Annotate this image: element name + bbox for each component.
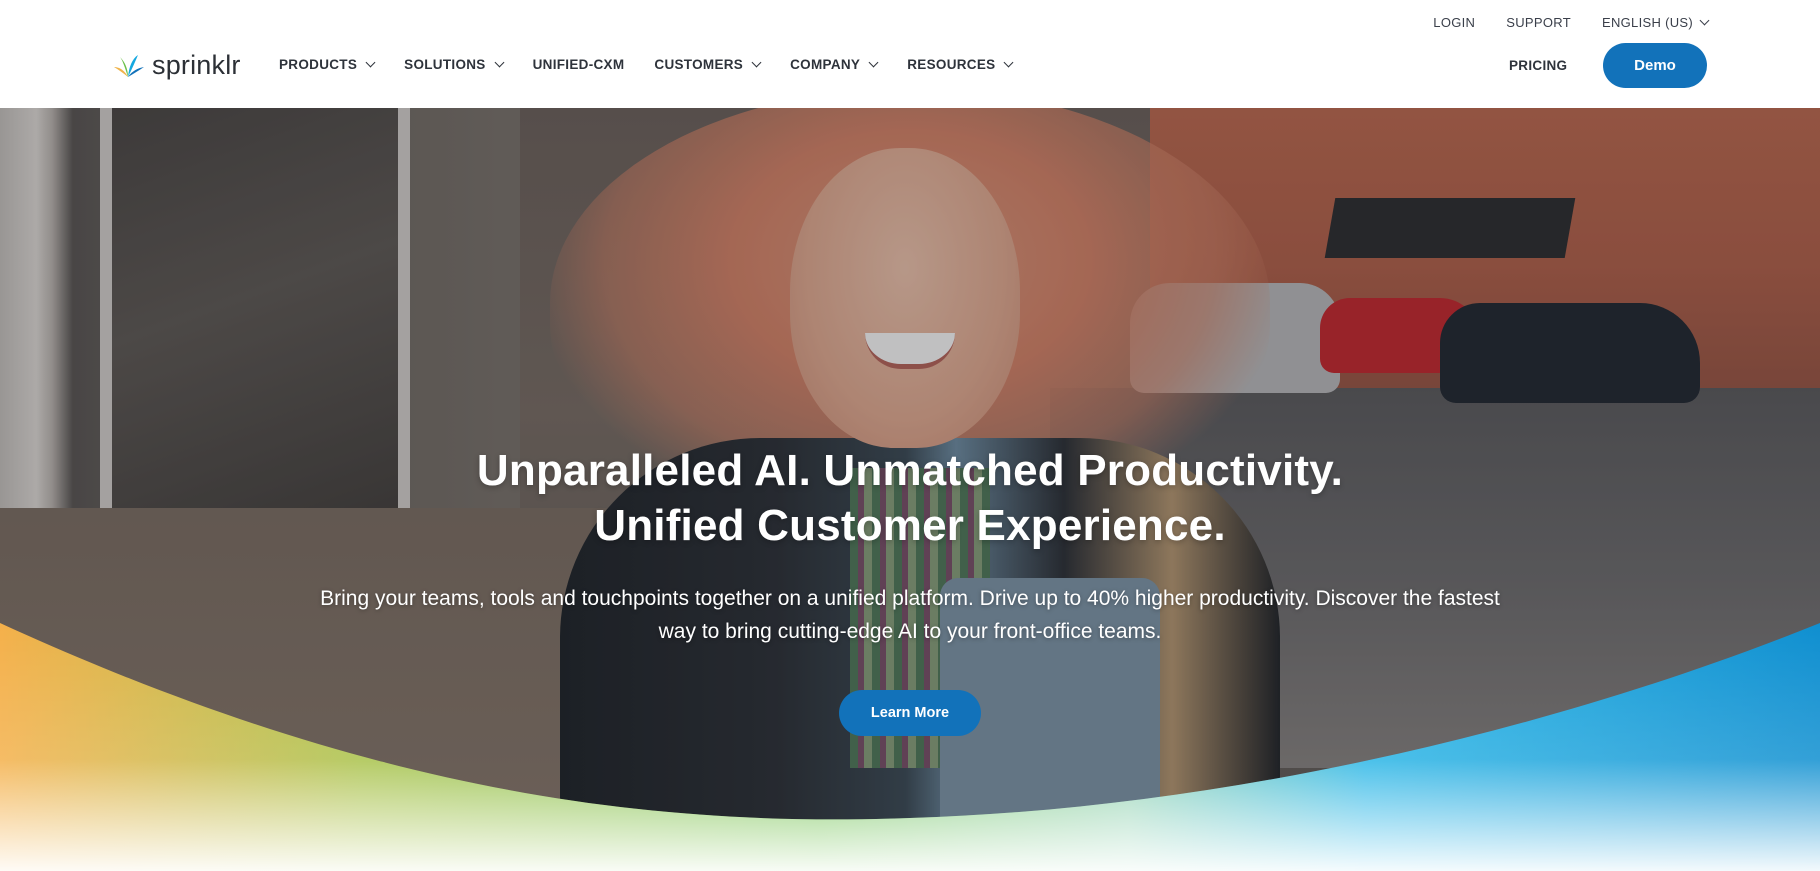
login-link[interactable]: LOGIN [1433,15,1475,30]
nav-item-label: UNIFIED-CXM [532,57,625,72]
main-nav: PRODUCTS SOLUTIONS UNIFIED-CXM CUSTOMERS… [279,57,1042,72]
support-link[interactable]: SUPPORT [1506,15,1571,30]
chevron-down-icon [751,57,762,68]
nav-item-label: CUSTOMERS [654,57,744,72]
nav-item-label: RESOURCES [907,57,996,72]
nav-item-solutions[interactable]: SOLUTIONS [404,57,505,72]
hero-subtext: Bring your teams, tools and touchpoints … [320,587,1500,643]
nav-item-products[interactable]: PRODUCTS [279,57,376,72]
logo-wordmark: sprinklr [152,50,241,80]
hero-section: Unparalleled AI. Unmatched Productivity.… [0,108,1820,871]
nav-item-customers[interactable]: CUSTOMERS [654,57,762,72]
utility-bar: LOGIN SUPPORT ENGLISH (US) [1433,15,1710,30]
headline-line-1: Unparalleled AI. Unmatched Productivity. [476,446,1344,495]
sprinklr-logo[interactable]: sprinklr [114,50,241,81]
learn-more-button[interactable]: Learn More [839,690,981,736]
site-header: LOGIN SUPPORT ENGLISH (US) sprinklr PROD… [0,0,1820,108]
language-label: ENGLISH (US) [1601,15,1693,30]
nav-item-resources[interactable]: RESOURCES [907,57,1014,72]
demo-button[interactable]: Demo [1603,43,1707,88]
nav-item-company[interactable]: COMPANY [790,57,879,72]
nav-item-label: COMPANY [790,57,861,72]
headline-line-2: Unified Customer Experience. [594,501,1226,550]
chevron-down-icon [868,57,879,68]
pricing-link[interactable]: PRICING [1509,58,1567,73]
chevron-down-icon [365,57,376,68]
hero-content: Unparalleled AI. Unmatched Productivity.… [0,443,1820,736]
chevron-down-icon [1699,15,1710,26]
language-selector[interactable]: ENGLISH (US) [1601,15,1710,30]
nav-item-label: PRODUCTS [279,57,358,72]
hero-headline: Unparalleled AI. Unmatched Productivity.… [0,443,1820,553]
nav-item-unified-cxm[interactable]: UNIFIED-CXM [533,57,625,72]
chevron-down-icon [1004,57,1014,68]
nav-item-label: SOLUTIONS [404,57,486,72]
sprinklr-logo-icon [114,54,144,77]
chevron-down-icon [494,57,505,68]
